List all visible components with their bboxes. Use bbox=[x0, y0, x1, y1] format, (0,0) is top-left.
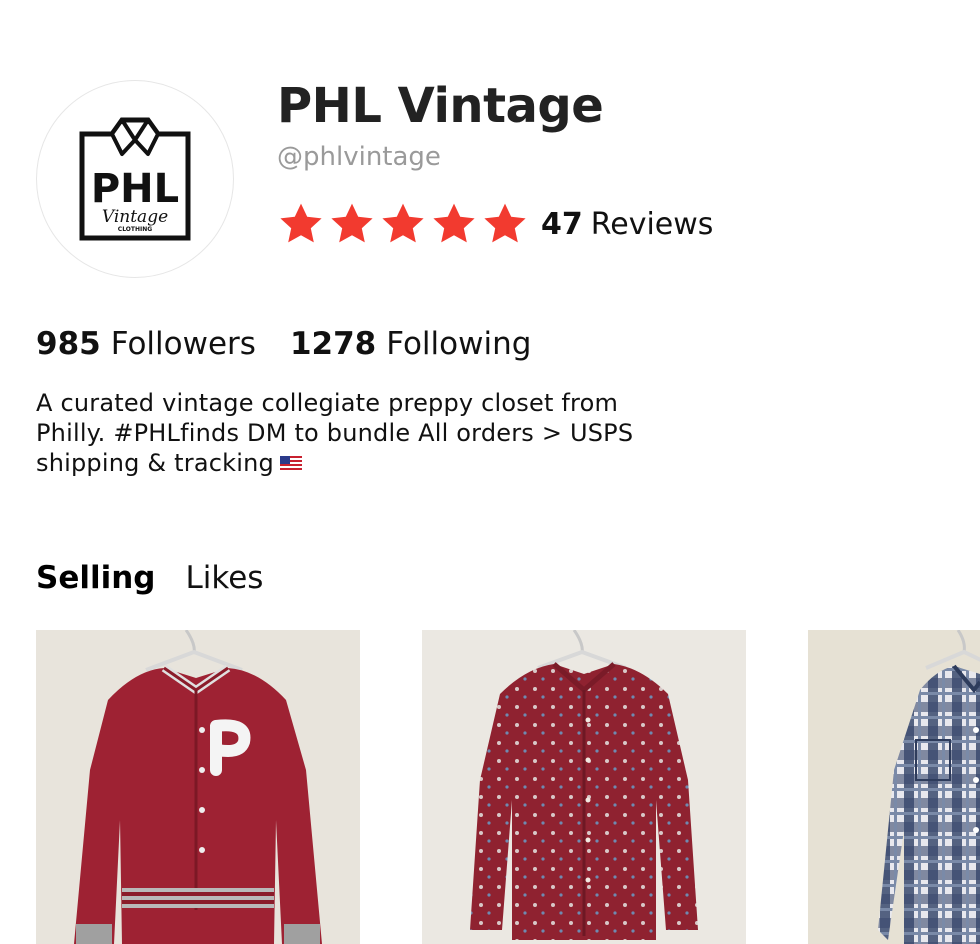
product-card[interactable] bbox=[36, 630, 360, 944]
phl-vintage-logo-icon: PHL Vintage CLOTHING bbox=[79, 117, 191, 241]
star-icon bbox=[484, 203, 526, 243]
product-card[interactable] bbox=[808, 630, 980, 944]
bio: A curated vintage collegiate preppy clos… bbox=[36, 388, 656, 478]
product-image bbox=[422, 630, 746, 944]
following-count: 1278 bbox=[289, 326, 377, 362]
followers-label: Followers bbox=[110, 326, 256, 362]
rating[interactable]: 47 Reviews bbox=[277, 198, 713, 250]
following-link[interactable]: 1278 Following bbox=[290, 326, 531, 362]
review-count: 47 bbox=[541, 206, 583, 242]
profile-stats: 985 Followers 1278 Following bbox=[36, 326, 531, 362]
bio-text: A curated vintage collegiate preppy clos… bbox=[36, 389, 634, 477]
svg-text:CLOTHING: CLOTHING bbox=[118, 226, 152, 233]
star-icon bbox=[382, 203, 424, 243]
product-card[interactable] bbox=[422, 630, 746, 944]
tab-likes[interactable]: Likes bbox=[186, 560, 264, 596]
following-label: Following bbox=[386, 326, 532, 362]
star-icon bbox=[433, 203, 475, 243]
us-flag-icon bbox=[279, 456, 302, 472]
product-image bbox=[36, 630, 360, 944]
shop-handle: @phlvintage bbox=[277, 142, 441, 172]
avatar[interactable]: PHL Vintage CLOTHING bbox=[36, 80, 234, 278]
profile-tabs: Selling Likes bbox=[36, 560, 263, 596]
profile-page: PHL Vintage CLOTHING PHL Vintage @phlvin… bbox=[0, 0, 980, 944]
svg-text:PHL: PHL bbox=[91, 166, 179, 212]
star-icon bbox=[331, 203, 373, 243]
star-icon bbox=[280, 203, 322, 243]
rating-stars bbox=[277, 200, 529, 248]
tab-selling[interactable]: Selling bbox=[36, 560, 156, 596]
shop-name: PHL Vintage bbox=[277, 78, 604, 134]
svg-text:Vintage: Vintage bbox=[102, 207, 168, 227]
followers-count: 985 bbox=[36, 326, 101, 362]
product-image bbox=[808, 630, 980, 944]
review-label: Reviews bbox=[590, 206, 714, 242]
followers-link[interactable]: 985 Followers bbox=[36, 326, 256, 362]
